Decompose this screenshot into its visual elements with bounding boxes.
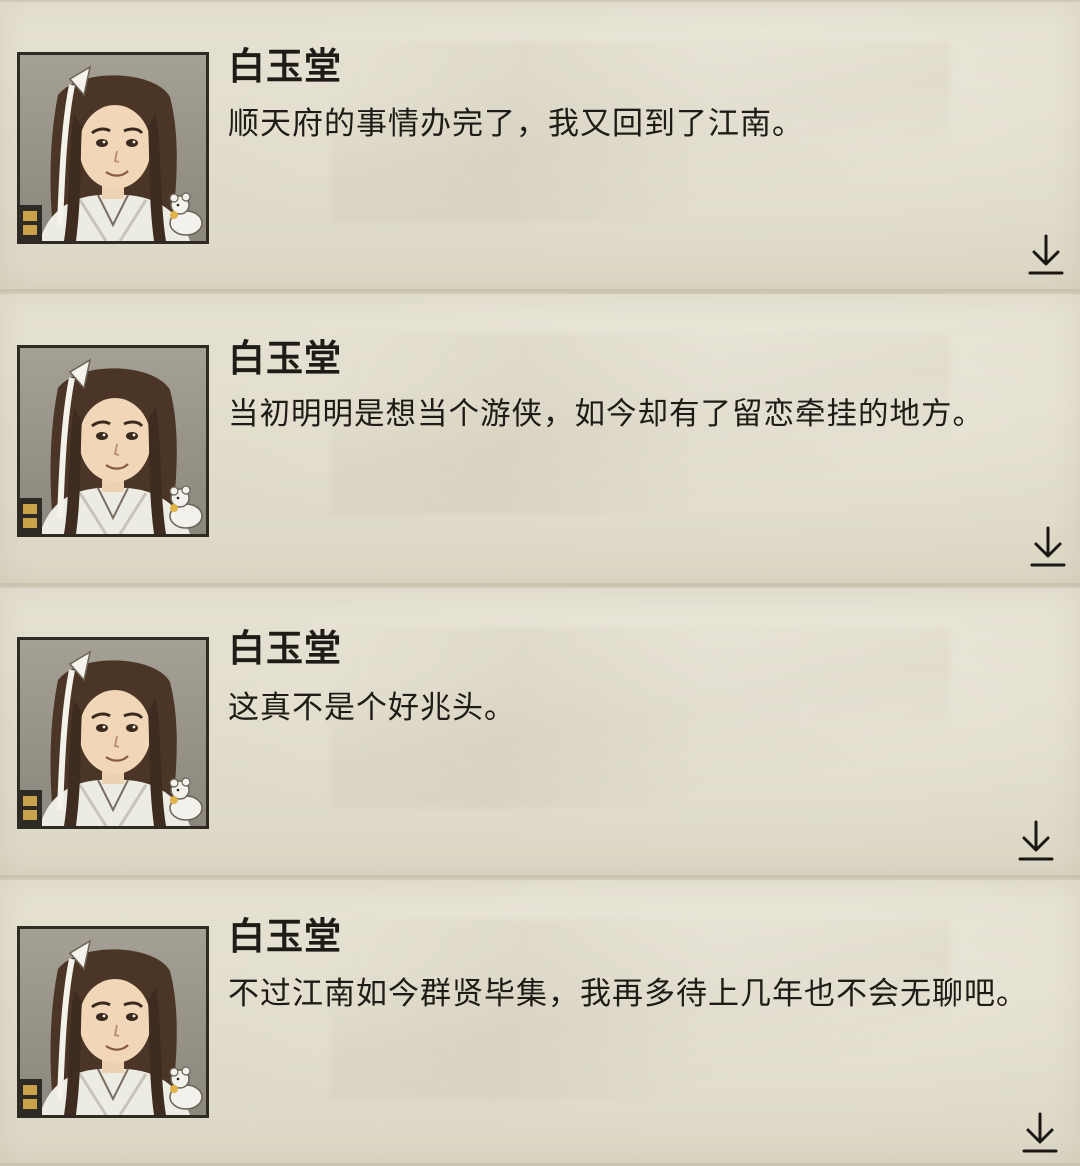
dialogue-text: 这真不是个好兆头。 (228, 690, 516, 726)
dialogue-text: 不过江南如今群贤毕集，我再多待上几年也不会无聊吧。 (228, 976, 1028, 1012)
dialogue-text: 当初明明是想当个游侠，如今却有了留恋牵挂的地方。 (228, 397, 984, 432)
dialogue-panel: 白玉堂 当初明明是想当个游侠，如今却有了留恋牵挂的地方。 (0, 292, 1080, 586)
character-portrait (17, 637, 209, 829)
dialogue-panel: 白玉堂 顺天府的事情办完了，我又回到了江南。 (0, 0, 1080, 292)
speaker-name: 白玉堂 (228, 336, 342, 380)
speaker-name: 白玉堂 (228, 914, 342, 958)
character-portrait (17, 52, 209, 244)
speaker-name: 白玉堂 (228, 44, 342, 88)
arrow-down-icon[interactable] (1016, 818, 1056, 864)
arrow-down-icon[interactable] (1020, 1110, 1060, 1156)
dialogue-panel: 白玉堂 不过江南如今群贤毕集，我再多待上几年也不会无聊吧。 (0, 878, 1080, 1166)
dialogue-history-screen: 白玉堂 顺天府的事情办完了，我又回到了江南。 白玉堂 当初明明是想当个游侠，如今… (0, 0, 1080, 1166)
dialogue-text: 顺天府的事情办完了，我又回到了江南。 (228, 106, 804, 142)
arrow-down-icon[interactable] (1028, 524, 1068, 570)
character-portrait (17, 345, 209, 537)
dialogue-panel: 白玉堂 这真不是个好兆头。 (0, 586, 1080, 878)
character-portrait (17, 926, 209, 1118)
arrow-down-icon[interactable] (1026, 232, 1066, 278)
speaker-name: 白玉堂 (228, 626, 342, 670)
